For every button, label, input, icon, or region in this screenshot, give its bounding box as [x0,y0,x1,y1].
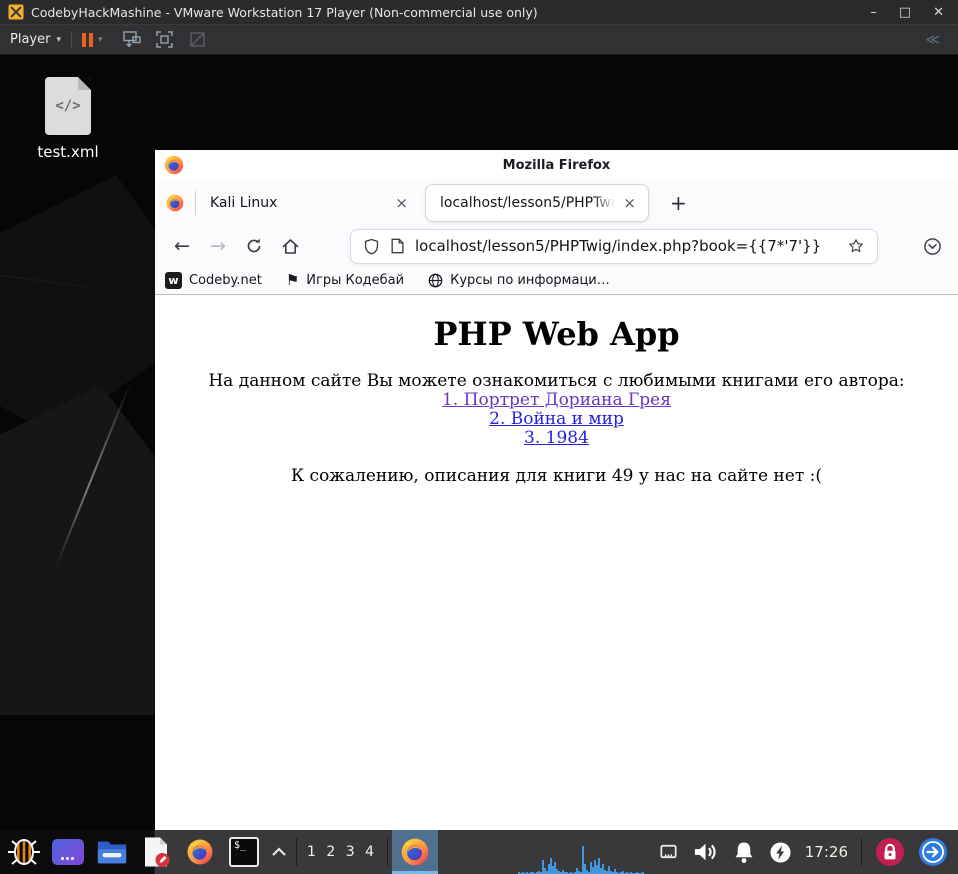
intro-text: На данном сайте Вы можете ознакомиться с… [208,371,905,391]
firefox-window: Mozilla Firefox Kali Linux × localhost/l… [155,150,958,830]
player-menu-label: Player [10,32,51,47]
close-tab-icon[interactable]: × [391,192,412,214]
pocket-button[interactable] [923,237,946,256]
vmware-toolbar: Player ▾ ▾ ≪ [0,25,958,55]
bookmark-star-icon[interactable] [847,237,865,255]
player-menu-button[interactable]: Player ▾ [10,32,61,47]
close-button[interactable]: ✕ [933,6,944,19]
taskbar-divider [386,838,388,866]
url-bar[interactable]: localhost/lesson5/PHPTwig/index.php?book… [351,229,877,263]
file-manager-button[interactable] [90,830,134,874]
volume-icon[interactable] [692,840,719,864]
pocket-icon [924,237,941,255]
fullscreen-icon[interactable] [154,29,175,50]
tab-kali-linux[interactable]: Kali Linux × [196,180,422,225]
document-icon [145,837,170,867]
suspend-dropdown-icon[interactable]: ▾ [98,35,103,45]
vmware-titlebar: CodebyHackMashine - VMware Workstation 1… [0,0,958,25]
tray-divider [861,838,862,866]
xml-file-icon: </> [45,77,91,135]
tab-bar: Kali Linux × localhost/lesson5/PHPTwig/i… [155,180,958,225]
logout-icon[interactable] [918,837,948,867]
firefox-icon [165,193,185,213]
book-link-2[interactable]: 2. Война и мир [155,410,958,429]
navigation-toolbar: ← → localhost/lesson5/PHPTwig/index.php?… [155,225,958,267]
kali-menu-button[interactable] [2,830,46,874]
tab-label: localhost/lesson5/PHPTwig/i [440,194,620,211]
taskbar: $_ 1 2 3 4 17:26 [0,830,958,874]
network-ethernet-icon[interactable] [658,843,679,861]
system-monitor-graph[interactable] [517,834,646,874]
screen-lock-icon[interactable] [875,837,905,867]
send-to-monitor-icon[interactable] [121,29,142,50]
chevron-up-icon [272,847,286,856]
maximize-button[interactable]: □ [899,6,911,19]
vmware-player-icon [8,4,24,20]
kali-bug-icon [8,839,40,865]
collapse-toolbar-icon[interactable]: ≪ [925,32,948,48]
suspend-button[interactable] [82,32,93,47]
url-text[interactable]: localhost/lesson5/PHPTwig/index.php?book… [415,237,837,255]
terminal-icon: $_ [229,837,259,867]
notification-bell-icon[interactable] [732,840,756,865]
clock[interactable]: 17:26 [805,843,848,861]
flag-icon: ⚑ [285,271,300,289]
book-link-1[interactable]: 1. Портрет Дориана Грея [155,391,958,410]
workspace-switcher[interactable]: 1 2 3 4 [301,844,383,860]
back-button[interactable]: ← [167,231,197,261]
taskbar-divider [296,838,297,866]
reload-button[interactable] [239,231,269,261]
vm-desktop: </> test.xml Mozilla Firefox Kali Linux … [0,55,958,830]
chevron-down-icon: ▾ [56,34,61,45]
bookmark-kursy[interactable]: Курсы по информаци… [428,273,610,288]
text-editor-button[interactable] [134,830,178,874]
reload-icon [247,238,261,253]
vmware-window-title: CodebyHackMashine - VMware Workstation 1… [31,4,538,20]
desktop-icon-label: test.xml [37,143,99,161]
unity-mode-icon-disabled [189,32,205,47]
globe-icon [428,273,443,288]
launcher-icon [52,839,84,865]
tab-label: Kali Linux [210,194,278,211]
xml-file-glyph: </> [55,98,81,114]
folder-icon [97,841,127,864]
firefox-icon [185,837,215,867]
shield-icon[interactable] [363,238,380,255]
page-info-icon[interactable] [390,238,405,254]
firefox-window-task-button[interactable] [391,830,438,874]
codeby-favicon: w [165,272,182,289]
bookmarks-toolbar: w Codeby.net ⚑ Игры Кодебай Курсы по инф… [155,267,958,295]
page-content: PHP Web App На данном сайте Вы можете оз… [155,295,958,830]
terminal-button[interactable]: $_ [222,830,266,874]
close-tab-icon[interactable]: × [619,192,640,214]
forward-button: → [210,235,226,257]
home-button[interactable] [275,231,305,261]
firefox-window-title: Mozilla Firefox [502,157,611,173]
bookmark-igry-codebay[interactable]: ⚑ Игры Кодебай [285,271,405,289]
firefox-icon [399,836,431,868]
bookmark-codeby[interactable]: w Codeby.net [165,272,262,289]
error-message: К сожалению, описания для книги 49 у нас… [290,466,822,486]
firefox-titlebar[interactable]: Mozilla Firefox [155,150,958,180]
launcher-button[interactable] [46,830,90,874]
system-tray: 17:26 [646,837,956,867]
minimize-button[interactable]: – [870,6,877,19]
toolbar-divider [71,30,72,49]
firefox-tab-favicon[interactable] [165,193,185,213]
desktop-icon-test-xml[interactable]: </> test.xml [22,77,114,161]
firefox-launcher-button[interactable] [178,830,222,874]
tab-localhost-active[interactable]: localhost/lesson5/PHPTwig/i × [426,184,648,221]
book-link-3[interactable]: 3. 1984 [155,429,958,448]
panel-expand-button[interactable] [266,830,292,874]
bookmark-label: Игры Кодебай [306,273,405,288]
home-icon [282,238,298,254]
new-tab-button[interactable]: + [662,189,695,217]
power-manager-icon[interactable] [769,841,792,864]
vmware-window-controls: – □ ✕ [870,6,950,19]
bookmark-label: Codeby.net [189,273,262,288]
bookmark-label: Курсы по информаци… [450,273,610,288]
page-title: PHP Web App [433,315,680,353]
